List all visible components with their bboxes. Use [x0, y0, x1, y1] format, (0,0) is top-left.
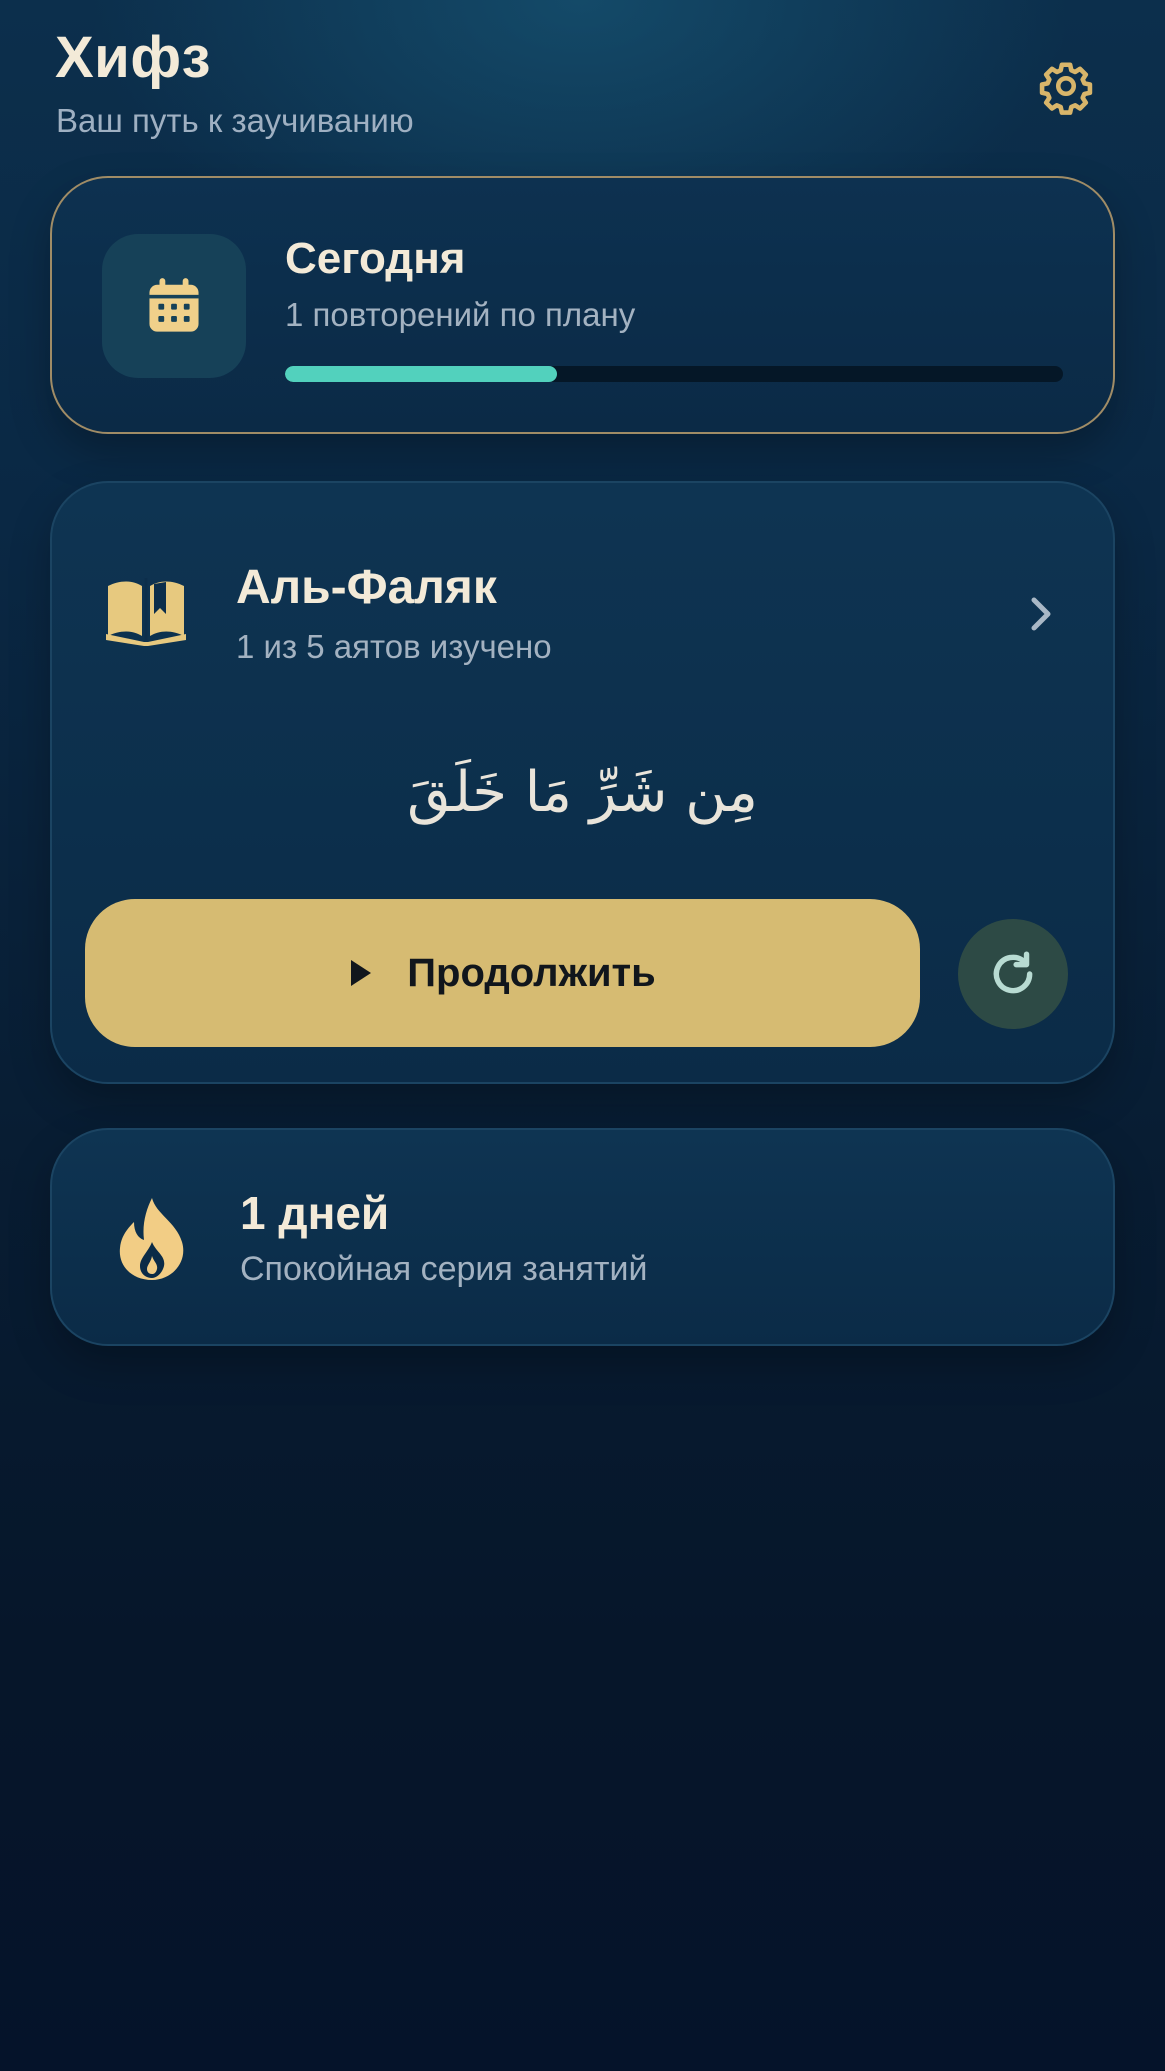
today-progress-bar	[285, 366, 1063, 382]
calendar-tile	[102, 234, 246, 378]
streak-days: 1 дней	[240, 1187, 390, 1239]
flame-icon	[116, 1196, 188, 1282]
app-title: Хифз	[55, 25, 211, 90]
ayah-text: مِن شَرِّ مَا خَلَقَ	[407, 760, 758, 825]
chevron-right-icon	[1031, 597, 1051, 631]
streak-card	[50, 1128, 1115, 1346]
surah-details-button[interactable]	[1016, 588, 1066, 640]
gear-icon	[1039, 62, 1093, 115]
today-plan-count: 1 повторений по плану	[285, 296, 636, 333]
refresh-button[interactable]	[958, 919, 1068, 1029]
play-icon	[351, 960, 372, 986]
app-subtitle: Ваш путь к заучиванию	[56, 102, 414, 139]
book-open-icon	[104, 574, 188, 646]
today-progress-fill	[285, 366, 558, 382]
refresh-icon	[993, 951, 1033, 994]
continue-button-label: Продолжить	[407, 950, 656, 995]
settings-button[interactable]	[1030, 50, 1102, 122]
calendar-icon	[149, 278, 199, 332]
today-title: Сегодня	[285, 234, 466, 283]
surah-name: Аль-Фаляк	[236, 561, 497, 614]
surah-progress-text: 1 из 5 аятов изучено	[236, 628, 552, 665]
streak-subtitle: Спокойная серия занятий	[240, 1250, 648, 1288]
continue-button[interactable]: Продолжить	[85, 899, 920, 1047]
